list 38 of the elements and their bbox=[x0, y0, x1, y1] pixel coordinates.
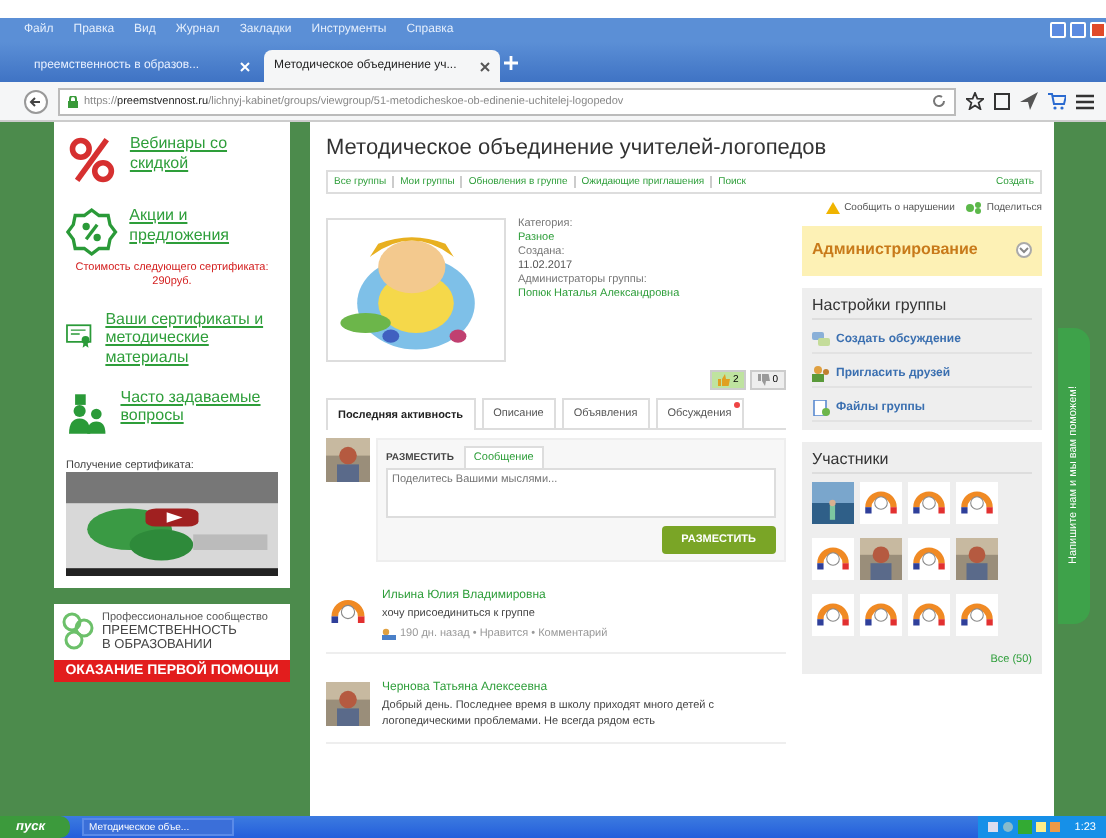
people-icon bbox=[382, 628, 396, 641]
discount-badge-icon bbox=[66, 206, 118, 258]
back-icon[interactable] bbox=[24, 89, 48, 113]
sidebar-link[interactable]: Ваши сертификаты и методические материалы bbox=[105, 309, 278, 368]
avatar-icon bbox=[908, 594, 950, 636]
avatar-icon bbox=[860, 482, 902, 524]
avatar-icon bbox=[908, 538, 950, 580]
avatar-icon bbox=[956, 594, 998, 636]
card-title: Настройки группы bbox=[812, 296, 1032, 320]
share-icon bbox=[966, 202, 983, 214]
menu-icon[interactable] bbox=[1076, 93, 1094, 109]
people-logo-icon bbox=[62, 611, 94, 652]
avatar-icon bbox=[956, 482, 998, 524]
percent-icon bbox=[66, 134, 118, 186]
speech-bubbles-icon bbox=[812, 332, 830, 348]
file-add-icon bbox=[812, 400, 830, 416]
sidebar-link[interactable]: Вебинары со скидкой bbox=[129, 134, 278, 173]
admin-panel[interactable]: Администрирование bbox=[802, 226, 1042, 276]
people-icon bbox=[812, 366, 830, 382]
chevron-icon[interactable] bbox=[1016, 241, 1032, 257]
close-icon[interactable] bbox=[480, 61, 490, 71]
page-title: Методическое объединение учителей-логопедов bbox=[326, 134, 827, 162]
thumbs-down-icon bbox=[758, 374, 771, 386]
avatar-icon bbox=[812, 538, 854, 580]
sidebar-link[interactable]: Часто задаваемые вопросы bbox=[120, 387, 278, 426]
reload-icon[interactable] bbox=[932, 94, 946, 108]
avatar-icon bbox=[908, 482, 950, 524]
star-icon[interactable] bbox=[966, 92, 984, 110]
lock-icon bbox=[68, 95, 78, 107]
new-tab-icon[interactable] bbox=[504, 55, 518, 69]
thumbs-up-icon bbox=[718, 374, 731, 386]
cart-icon[interactable] bbox=[1048, 92, 1066, 110]
avatar-icon bbox=[812, 594, 854, 636]
avatar-icon bbox=[860, 594, 902, 636]
send-icon[interactable] bbox=[1020, 92, 1038, 110]
warning-icon bbox=[826, 202, 841, 214]
card-title: Участники bbox=[812, 450, 1032, 474]
sidebar-link[interactable]: Акции и предложения bbox=[129, 206, 278, 245]
